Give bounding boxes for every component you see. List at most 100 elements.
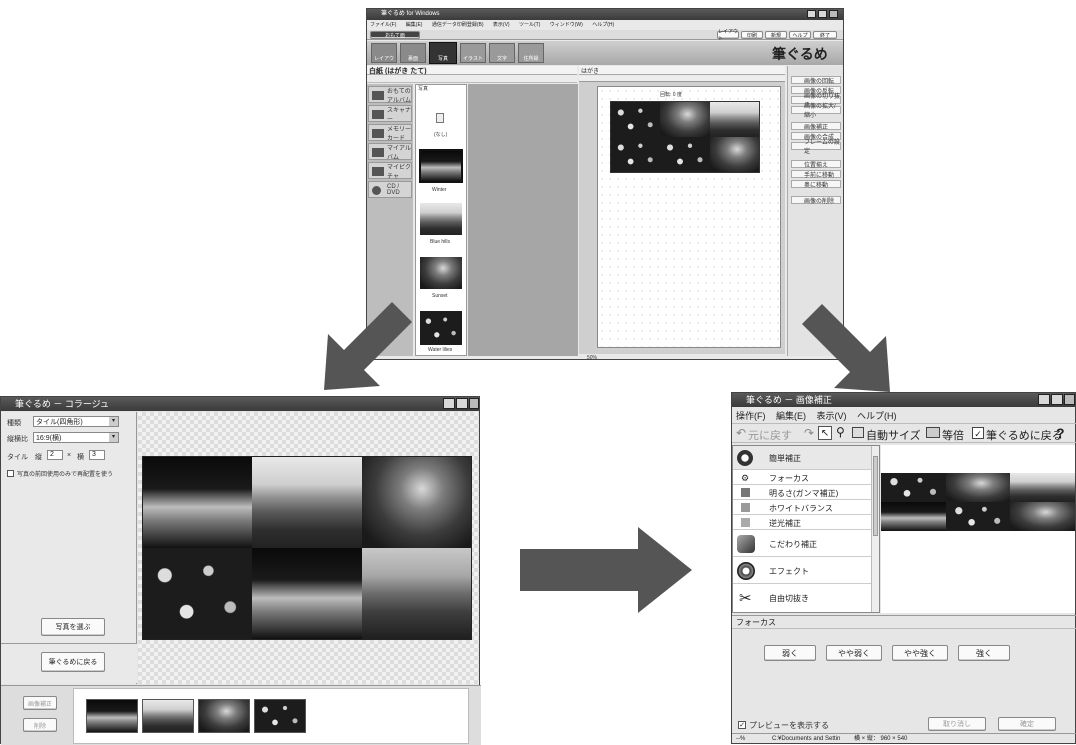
menu-print-data[interactable]: 通信データ印刷登録(B) [432,22,484,28]
thumbnail[interactable] [254,699,306,733]
toolbar-right-2[interactable]: 印刷 [741,31,763,39]
menu-view[interactable]: 表示(V) [493,22,510,28]
thumbnail[interactable] [198,699,250,733]
maximize-button[interactable] [456,398,468,409]
list-item-label: Sunset [432,293,448,299]
menu-easy-correction[interactable]: 簡単補正 [733,446,871,470]
menu-edit[interactable]: 編集(E) [776,411,806,421]
focus-strong-button[interactable]: 強く [958,645,1010,661]
resize-image-button[interactable]: 画像の拡大/縮小 [791,104,841,119]
focus-weak-button[interactable]: 弱く [764,645,816,661]
list-item-sunset[interactable] [420,257,462,289]
menu-scrollbar[interactable] [871,446,879,612]
tab-photo[interactable]: 写真 [429,42,457,64]
focus-slightly-weak-button[interactable]: やや弱く [826,645,882,661]
minimize-button[interactable] [443,398,455,409]
menu-white-balance[interactable]: ホワイトバランス [733,501,871,515]
tree-item-cd-dvd[interactable]: CD / DVD [368,181,412,198]
toolbar-right-5[interactable]: 終了 [813,31,837,39]
front-side-button[interactable]: おもて面 [370,31,420,39]
zoom-level[interactable]: 50% [587,355,597,361]
frame-button[interactable]: フレームの設定 [791,140,841,155]
tab-illust[interactable]: イラスト [460,43,486,63]
cancel-button[interactable]: 取り消し [928,717,986,731]
menu-focus[interactable]: ⚙ フォーカス [733,471,871,485]
toolbar-right-4[interactable]: ヘルプ [789,31,811,39]
toolbar-right-1[interactable]: レイアウト [717,29,739,42]
menu-help[interactable]: ヘルプ(H) [592,22,614,28]
close-button[interactable] [829,10,838,18]
back-icon[interactable]: ✓ [972,427,984,439]
tab-text[interactable]: 文字 [489,43,515,63]
redo-icon[interactable]: ↷ [804,426,814,440]
menu-effect[interactable]: エフェクト [733,558,871,584]
collage-on-card[interactable] [610,101,760,173]
menu-edit[interactable]: 編集(E) [406,22,423,28]
list-item-blue-hills[interactable] [420,203,462,235]
menu-operation[interactable]: 操作(F) [736,411,766,421]
list-item-water-lilies[interactable] [420,311,462,345]
auto-size-icon[interactable] [852,427,864,438]
right-button-label: 画像の回転 [804,78,835,85]
image-correction-small-button[interactable]: 画像補正 [23,696,57,710]
bring-forward-button[interactable]: 手前に移動 [791,170,841,179]
undo-icon[interactable]: ↶ [736,426,746,440]
menu-window[interactable]: ウィンドウ(W) [550,22,583,28]
menu-file[interactable]: ファイル(F) [370,22,396,28]
pointer-icon[interactable]: ↖ [818,426,832,440]
thumbnail[interactable] [142,699,194,733]
delete-small-button[interactable]: 削除 [23,718,57,732]
image-correction-button[interactable]: 画像補正 [791,122,841,131]
tree-item-my-album[interactable]: マイアルバム [368,143,412,161]
type-select[interactable]: タイル(四角形) ▾ [33,416,119,427]
toolbar-right-3[interactable]: 新規 [765,31,787,39]
collage-preview[interactable] [142,456,472,640]
tree-item-album[interactable]: おもてのアルバム [368,86,412,104]
tile-rows-stepper[interactable]: 2 [47,450,63,460]
tree-item-scanner[interactable]: スキャナー [368,105,412,123]
list-item-none[interactable]: (なし) [420,105,462,145]
menu-advanced[interactable]: こだわり補正 [733,531,871,557]
minimize-button[interactable] [807,10,816,18]
menu-free-crop[interactable]: ✂ 自由切抜き [733,585,871,611]
maximize-button[interactable] [1051,394,1063,405]
menu-tools[interactable]: ツール(T) [519,22,540,28]
align-button[interactable]: 位置揃え [791,160,841,169]
auto-size-label[interactable]: 自動サイズ [866,427,921,443]
close-button[interactable] [469,398,479,409]
zoom-icon[interactable]: ⚲ [836,425,845,439]
tree-item-memory-card[interactable]: メモリーカード [368,124,412,142]
tab-back[interactable]: 裏面 [400,43,426,63]
preview-checkbox[interactable]: ✓ [738,721,746,729]
menu-backlight[interactable]: 逆光補正 [733,516,871,530]
scrollbar-thumb[interactable] [873,456,878,536]
maximize-button[interactable] [818,10,827,18]
undo-label[interactable]: 元に戻す [748,427,792,443]
menu-view[interactable]: 表示(V) [817,411,847,421]
ratio-select[interactable]: 16:9(横) ▾ [33,432,119,443]
close-button[interactable] [1064,394,1075,405]
back-to-fudegurume-button[interactable]: 筆ぐるめに戻る [41,652,105,672]
send-backward-button[interactable]: 奥に移動 [791,180,841,189]
help-icon[interactable]: ? [1056,425,1065,441]
same-size-icon[interactable] [926,427,940,438]
thumbnail[interactable] [86,699,138,733]
tile-cols-stepper[interactable]: 3 [89,450,105,460]
list-item-winter[interactable] [419,149,463,183]
same-size-label[interactable]: 等倍 [942,427,964,443]
delete-image-button[interactable]: 画像の削除 [791,196,841,205]
menu-brightness[interactable]: 明るさ(ガンマ補正) [733,486,871,500]
album-icon [372,91,384,100]
minimize-button[interactable] [1038,394,1050,405]
back-label[interactable]: 筆ぐるめに戻る [986,427,1063,443]
choose-photo-button[interactable]: 写真を選ぶ [41,618,105,636]
menu-help[interactable]: ヘルプ(H) [857,411,897,421]
tree-item-my-pictures[interactable]: マイピクチャ [368,162,412,180]
confirm-button[interactable]: 確定 [998,717,1056,731]
reuse-checkbox[interactable] [7,470,14,477]
corrected-image[interactable] [881,473,1075,531]
focus-slightly-strong-button[interactable]: やや強く [892,645,948,661]
rotate-image-button[interactable]: 画像の回転 [791,76,841,85]
tab-address[interactable]: 住所録 [518,43,544,63]
tab-layout[interactable]: レイアウト [371,43,397,92]
